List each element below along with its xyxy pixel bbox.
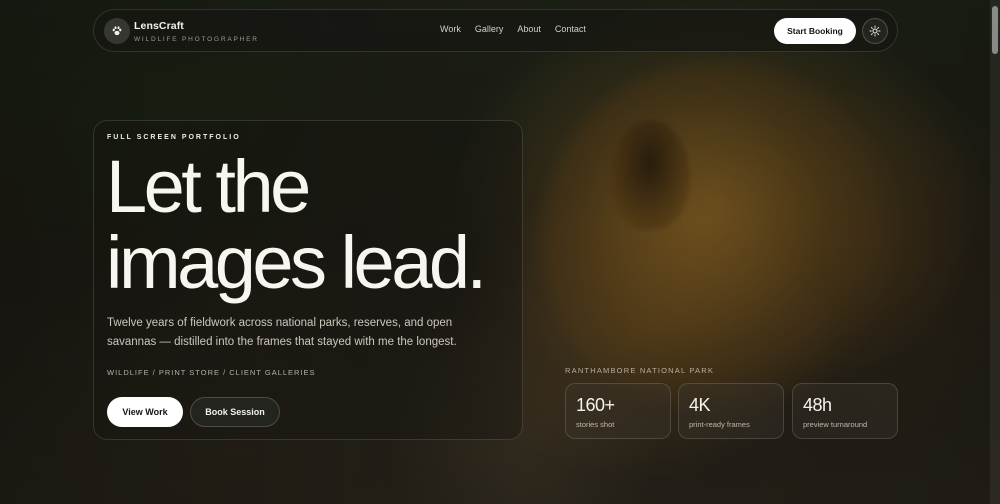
stat-card-frames: 4K print-ready frames: [678, 383, 784, 439]
lion-ear-shape: [610, 120, 690, 230]
scrollbar-thumb[interactable]: [992, 6, 998, 54]
brand-name[interactable]: LensCraft: [134, 20, 184, 32]
start-booking-button[interactable]: Start Booking: [774, 18, 856, 44]
paw-icon: [112, 26, 122, 36]
sun-icon: [869, 25, 881, 37]
hero-description: Twelve years of fieldwork across nationa…: [107, 317, 457, 348]
stat-value: 4K: [689, 395, 711, 415]
stat-label: preview turnaround: [803, 420, 868, 429]
logo-badge[interactable]: [104, 18, 130, 44]
hero-headline: Let the images lead.: [106, 145, 487, 304]
stat-value: 48h: [803, 395, 832, 415]
scrollbar[interactable]: [990, 0, 1000, 504]
view-work-button[interactable]: View Work: [107, 397, 183, 427]
stat-label: stories shot: [576, 420, 615, 429]
hero-headline-line2: images lead.: [106, 221, 487, 304]
theme-toggle-button[interactable]: [862, 18, 888, 44]
nav-links: Work Gallery About Contact: [440, 24, 600, 34]
brand-tagline: WILDLIFE PHOTOGRAPHER: [134, 36, 259, 43]
nav-link-contact[interactable]: Contact: [555, 24, 586, 34]
location-label: RANTHAMBORE NATIONAL PARK: [565, 366, 715, 375]
nav-link-work[interactable]: Work: [440, 24, 461, 34]
nav-link-about[interactable]: About: [517, 24, 541, 34]
stat-value: 160+: [576, 395, 615, 415]
stat-label: print-ready frames: [689, 420, 750, 429]
top-navbar: LensCraft WILDLIFE PHOTOGRAPHER Work Gal…: [93, 9, 898, 52]
hero-card: FULL SCREEN PORTFOLIO Let the images lea…: [93, 120, 523, 440]
hero-eyebrow: FULL SCREEN PORTFOLIO: [107, 134, 241, 141]
hero-headline-line1: Let the: [106, 145, 311, 228]
book-session-button[interactable]: Book Session: [190, 397, 280, 427]
stat-card-stories: 160+ stories shot: [565, 383, 671, 439]
stat-card-turnaround: 48h preview turnaround: [792, 383, 898, 439]
hero-tags: WILDLIFE / PRINT STORE / CLIENT GALLERIE…: [107, 368, 316, 377]
nav-link-gallery[interactable]: Gallery: [475, 24, 504, 34]
